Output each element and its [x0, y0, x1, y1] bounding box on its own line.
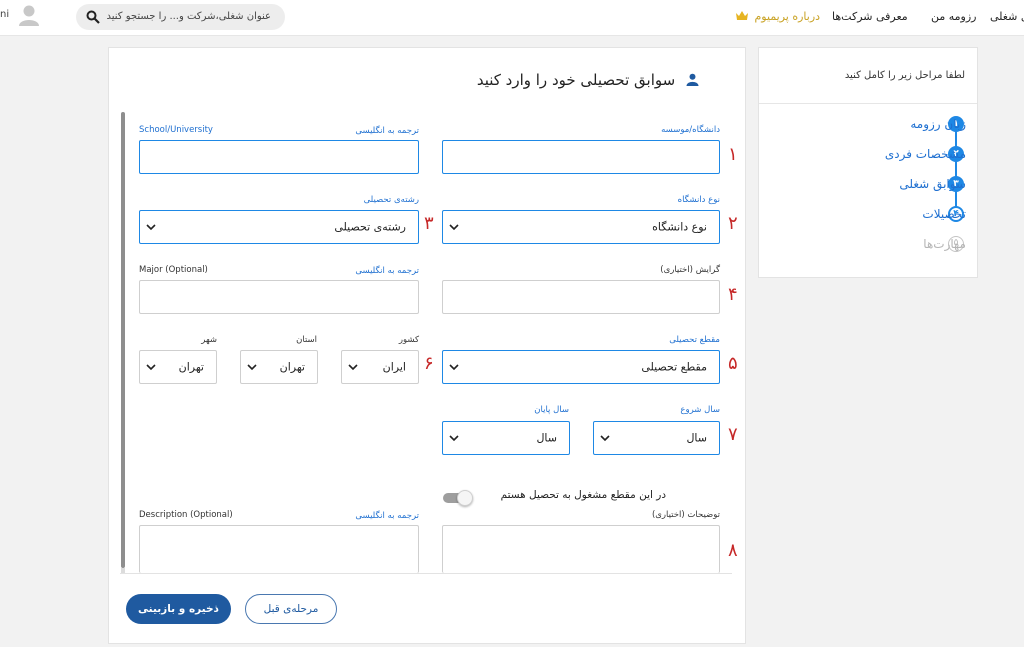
nav-my-resume-link[interactable]: رزومه من — [931, 10, 977, 23]
description-en-label: Description (Optional) — [139, 510, 233, 520]
city-value: تهران — [178, 360, 204, 374]
step-resume-language[interactable]: زبان رزومه — [910, 117, 966, 131]
university-type-value: نوع دانشگاه — [652, 220, 707, 234]
chevron-down-icon — [348, 364, 358, 371]
degree-value: مقطع تحصیلی — [641, 360, 707, 374]
steps-progress-line — [955, 130, 957, 214]
currently-studying-toggle[interactable] — [443, 489, 473, 506]
major-label: رشته‌ی تحصیلی — [363, 195, 419, 205]
step-personal-info[interactable]: مشخصات فردی — [885, 147, 966, 161]
steps-divider — [759, 103, 977, 104]
user-icon — [686, 73, 699, 86]
start-year-value: سال — [686, 431, 707, 445]
page-title: سوابق تحصیلی خود را وارد کنید — [477, 71, 699, 89]
page-title-text: سوابق تحصیلی خود را وارد کنید — [476, 71, 676, 89]
university-input[interactable] — [442, 140, 720, 174]
major-en-label: Major (Optional) — [139, 265, 208, 275]
end-year-label: سال پایان — [534, 405, 569, 415]
description-en-textarea[interactable] — [139, 525, 419, 573]
major-en-input[interactable] — [139, 280, 419, 314]
translate-label-3: ترجمه به انگلیسی — [355, 511, 419, 521]
crown-icon — [736, 11, 748, 20]
major-select[interactable]: رشته‌ی تحصیلی — [139, 210, 419, 244]
chevron-down-icon — [600, 435, 610, 442]
chevron-down-icon — [247, 364, 257, 371]
chevron-down-icon — [449, 364, 459, 371]
premium-label: درباره پریمیوم — [754, 10, 821, 23]
university-type-label: نوع دانشگاه — [677, 195, 720, 205]
chevron-down-icon — [449, 224, 459, 231]
translate-label-1: ترجمه به انگلیسی — [355, 126, 419, 136]
country-label: کشور — [398, 335, 419, 345]
degree-label: مقطع تحصیلی — [669, 335, 720, 345]
country-value: ایران — [382, 360, 406, 374]
country-select[interactable]: ایران — [341, 350, 419, 384]
previous-step-button[interactable]: مرحله‌ی قبل — [245, 594, 337, 624]
annotation-4: ۴ — [728, 284, 738, 305]
annotation-8: ۸ — [728, 540, 738, 561]
degree-select[interactable]: مقطع تحصیلی — [442, 350, 720, 384]
steps-header: لطفا مراحل زیر را کامل کنید — [844, 70, 965, 81]
university-label: دانشگاه/موسسه — [661, 125, 720, 135]
currently-studying-label: در این مقطع مشغول به تحصیل هستم — [500, 489, 666, 501]
province-label: استان — [296, 335, 317, 345]
search-icon[interactable] — [86, 10, 100, 24]
orientation-label: گرایش (اختیاری) — [660, 265, 720, 275]
city-select[interactable]: تهران — [139, 350, 217, 384]
annotation-6: ۶ — [424, 353, 434, 374]
description-textarea[interactable] — [442, 525, 720, 573]
annotation-1: ۱ — [728, 144, 738, 165]
province-value: تهران — [279, 360, 305, 374]
orientation-input[interactable] — [442, 280, 720, 314]
nav-jobs-link[interactable]: های شغلی — [990, 10, 1024, 23]
translate-label-2: ترجمه به انگلیسی — [355, 266, 419, 276]
chevron-down-icon — [449, 435, 459, 442]
step-skills[interactable]: مهارت‌ها — [923, 237, 966, 251]
annotation-2: ۲ — [728, 213, 738, 234]
description-label: توضیحات (اختیاری) — [651, 510, 720, 520]
form-footer-divider — [120, 573, 732, 574]
university-type-select[interactable]: نوع دانشگاه — [442, 210, 720, 244]
annotation-7: ۷ — [728, 424, 738, 445]
school-en-label: School/University — [139, 125, 213, 135]
step-work-experience[interactable]: سوابق شغلی — [899, 177, 966, 191]
school-en-input[interactable] — [139, 140, 419, 174]
toggle-knob — [457, 490, 473, 506]
step-education[interactable]: تحصیلات — [922, 207, 966, 221]
save-and-review-button[interactable]: ذخیره و بازبینی — [126, 594, 231, 624]
chevron-down-icon — [146, 364, 156, 371]
search-placeholder: عنوان شغلی،شرکت و... را جستجو کنید — [106, 11, 271, 22]
city-label: شهر — [201, 335, 217, 345]
start-year-label: سال شروع — [680, 405, 720, 415]
annotation-3: ۳ — [424, 213, 434, 234]
annotation-5: ۵ — [728, 353, 738, 374]
user-avatar-icon[interactable] — [18, 3, 40, 27]
nav-premium-link[interactable]: درباره پریمیوم — [736, 10, 820, 23]
nav-companies-link[interactable]: معرفی شرکت‌ها — [832, 10, 908, 23]
form-scrollbar[interactable] — [121, 112, 125, 568]
user-name[interactable]: ni — [0, 9, 9, 20]
search-bar[interactable]: عنوان شغلی،شرکت و... را جستجو کنید — [76, 4, 285, 30]
major-value: رشته‌ی تحصیلی — [334, 220, 406, 234]
start-year-select[interactable]: سال — [593, 421, 720, 455]
top-navbar: های شغلی رزومه من معرفی شرکت‌ها درباره پ… — [0, 0, 1024, 36]
province-select[interactable]: تهران — [240, 350, 318, 384]
end-year-value: سال — [536, 431, 557, 445]
end-year-select[interactable]: سال — [442, 421, 570, 455]
chevron-down-icon — [146, 224, 156, 231]
